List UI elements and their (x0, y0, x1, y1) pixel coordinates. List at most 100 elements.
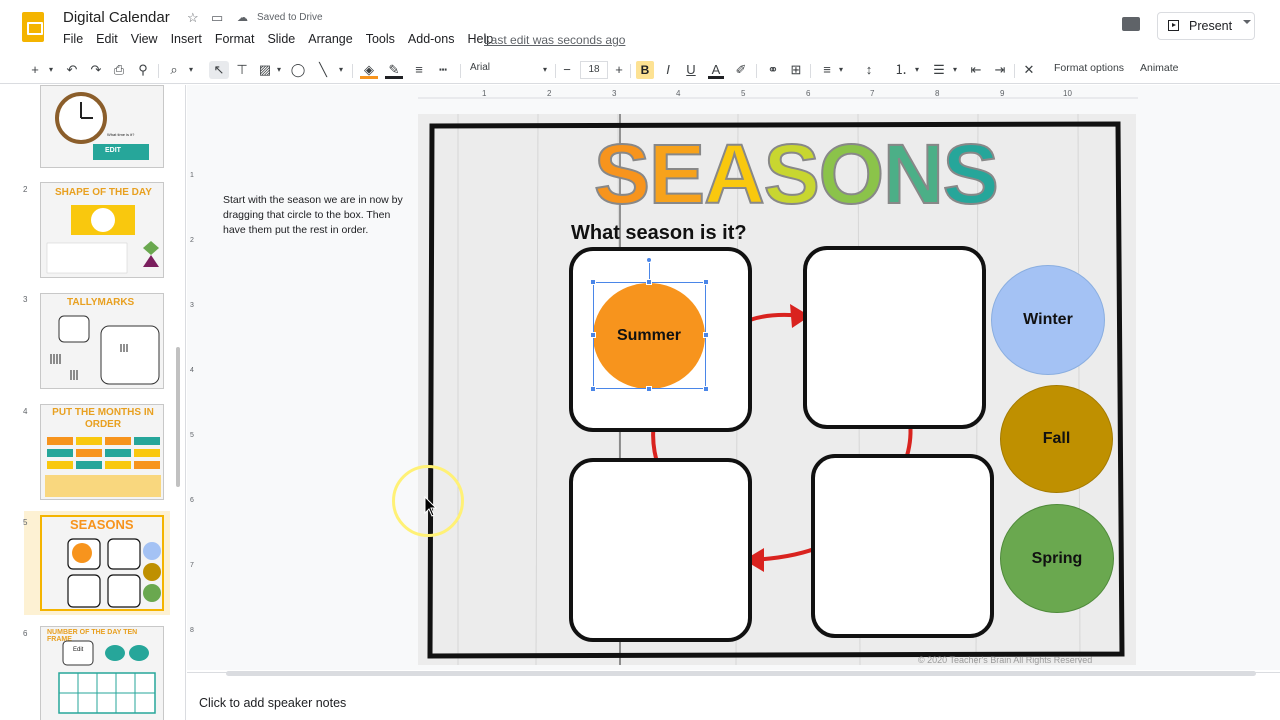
slide-number: 6 (23, 629, 28, 638)
image-chevron-icon[interactable]: ▾ (274, 61, 284, 79)
decrease-indent-icon[interactable]: ⇤ (967, 61, 985, 79)
align-chevron-icon[interactable]: ▾ (836, 61, 846, 79)
speaker-notes-divider[interactable] (187, 672, 1280, 673)
line-spacing-icon[interactable]: ↕ (860, 61, 878, 79)
fall-label: Fall (1042, 430, 1071, 447)
resize-handle[interactable] (703, 386, 709, 392)
menu-slide[interactable]: Slide (267, 32, 295, 46)
slide-thumbnail-clock[interactable]: What time is it? EDIT (40, 85, 164, 168)
resize-handle[interactable] (703, 332, 709, 338)
new-slide-chevron-icon[interactable]: ▾ (46, 61, 56, 79)
underline-icon[interactable]: U (684, 61, 698, 79)
resize-handle[interactable] (646, 386, 652, 392)
text-color-icon[interactable]: A (708, 61, 724, 79)
thumb-edit-label: EDIT (105, 147, 121, 154)
numbered-list-icon[interactable]: ⒈ (892, 61, 910, 79)
border-color-icon[interactable]: ✎ (385, 61, 403, 79)
slide-thumbnail-tallymarks[interactable]: TALLYMARKS (40, 293, 164, 389)
slide-question[interactable]: What season is it? (571, 222, 747, 245)
speaker-notes[interactable]: Click to add speaker notes (199, 696, 346, 710)
shape-icon[interactable]: ◯ (290, 61, 306, 79)
ruler-mark: 4 (190, 367, 194, 374)
bulleted-list-chevron-icon[interactable]: ▾ (950, 61, 960, 79)
text-box-icon[interactable]: ⊤ (233, 61, 251, 79)
zoom-chevron-icon[interactable]: ▾ (186, 61, 196, 79)
menu-edit[interactable]: Edit (96, 32, 118, 46)
comment-history-icon[interactable] (1122, 17, 1140, 31)
resize-handle[interactable] (703, 279, 709, 285)
slide-thumbnail-seasons[interactable]: SEASONS (40, 515, 164, 611)
filmstrip-scrollbar[interactable] (176, 347, 180, 487)
resize-handle[interactable] (590, 332, 596, 338)
ruler-mark: 6 (806, 89, 811, 98)
ruler-mark: 9 (1000, 89, 1005, 98)
resize-handle[interactable] (646, 279, 652, 285)
spring-circle[interactable]: Spring (1000, 504, 1114, 613)
ruler-mark: 1 (482, 89, 487, 98)
font-size-input[interactable]: 18 (580, 61, 608, 79)
bulleted-list-icon[interactable]: ☰ (930, 61, 948, 79)
numbered-list-chevron-icon[interactable]: ▾ (912, 61, 922, 79)
menu-file[interactable]: File (63, 32, 83, 46)
animate-button[interactable]: Animate (1140, 62, 1179, 74)
saved-status: Saved to Drive (257, 12, 323, 23)
star-icon[interactable]: ☆ (187, 10, 199, 26)
shape-thumbnail-art (46, 205, 159, 274)
doc-title[interactable]: Digital Calendar (63, 9, 170, 26)
image-icon[interactable]: ▨ (257, 61, 273, 79)
line-icon[interactable]: ╲ (314, 61, 332, 79)
menu-view[interactable]: View (131, 32, 158, 46)
season-drop-box-4[interactable] (569, 458, 752, 642)
format-options-button[interactable]: Format options (1054, 62, 1124, 74)
decrease-font-size-icon[interactable]: − (560, 61, 574, 79)
present-options-chevron-icon[interactable] (1243, 20, 1251, 24)
zoom-icon[interactable]: ⌕ (166, 61, 182, 79)
border-weight-icon[interactable]: ≡ (410, 61, 428, 79)
menu-insert[interactable]: Insert (171, 32, 202, 46)
undo-icon[interactable]: ↶ (64, 61, 80, 79)
slide-seasons[interactable]: SEASONS What season is it? Summer Winter… (418, 114, 1136, 665)
font-chevron-icon[interactable]: ▾ (540, 61, 550, 79)
line-chevron-icon[interactable]: ▾ (336, 61, 346, 79)
fall-circle[interactable]: Fall (1000, 385, 1113, 493)
add-comment-icon[interactable]: ⊞ (788, 61, 804, 79)
align-icon[interactable]: ≡ (818, 61, 836, 79)
increase-indent-icon[interactable]: ⇥ (991, 61, 1009, 79)
border-dash-icon[interactable]: ┅ (434, 61, 452, 79)
font-family-select[interactable]: Arial (470, 62, 550, 73)
months-thumbnail-art (45, 437, 161, 497)
last-edit-link[interactable]: Last edit was seconds ago (484, 33, 625, 47)
redo-icon[interactable]: ↷ (88, 61, 104, 79)
print-icon[interactable]: ⎙ (111, 61, 127, 79)
new-slide-plus-icon[interactable]: + (28, 61, 42, 79)
slide-thumbnail-ten-frame[interactable]: NUMBER OF THE DAY TEN FRAME Edit (40, 626, 164, 720)
present-button[interactable]: Present (1157, 12, 1255, 40)
paint-format-icon[interactable]: ⚲ (135, 61, 151, 79)
slides-logo-icon[interactable] (22, 12, 44, 42)
presenter-instructions-text[interactable]: Start with the season we are in now by d… (223, 193, 403, 238)
italic-icon[interactable]: I (661, 61, 675, 79)
menu-addons[interactable]: Add-ons (408, 32, 455, 46)
toolbar: + ▾ ↶ ↷ ⎙ ⚲ ⌕ ▾ ↖ ⊤ ▨ ▾ ◯ ╲ ▾ ◈ ✎ ≡ ┅ Ar… (0, 56, 1280, 84)
link-icon[interactable]: ⚭ (764, 61, 782, 79)
toolbar-divider (630, 64, 631, 78)
season-drop-box-3[interactable] (811, 454, 994, 638)
menu-tools[interactable]: Tools (366, 32, 395, 46)
resize-handle[interactable] (590, 279, 596, 285)
menu-arrange[interactable]: Arrange (308, 32, 352, 46)
title-letter: E (648, 126, 706, 222)
move-folder-icon[interactable]: ▭ (211, 10, 223, 26)
season-drop-box-2[interactable] (803, 246, 986, 429)
resize-handle[interactable] (590, 386, 596, 392)
bold-icon[interactable]: B (636, 61, 654, 79)
select-cursor-icon[interactable]: ↖ (209, 61, 229, 79)
clear-formatting-icon[interactable]: ✕ (1021, 61, 1037, 79)
highlight-color-icon[interactable]: ✐ (733, 61, 749, 79)
increase-font-size-icon[interactable]: + (612, 61, 626, 79)
slide-thumbnail-shape-of-day[interactable]: SHAPE OF THE DAY (40, 182, 164, 278)
winter-circle[interactable]: Winter (991, 265, 1105, 375)
fill-color-icon[interactable]: ◈ (360, 61, 378, 79)
slide-thumbnail-months[interactable]: PUT THE MONTHS IN ORDER (40, 404, 164, 500)
menu-format[interactable]: Format (215, 32, 255, 46)
vertical-ruler: 1 2 3 4 5 6 7 8 (190, 172, 194, 634)
